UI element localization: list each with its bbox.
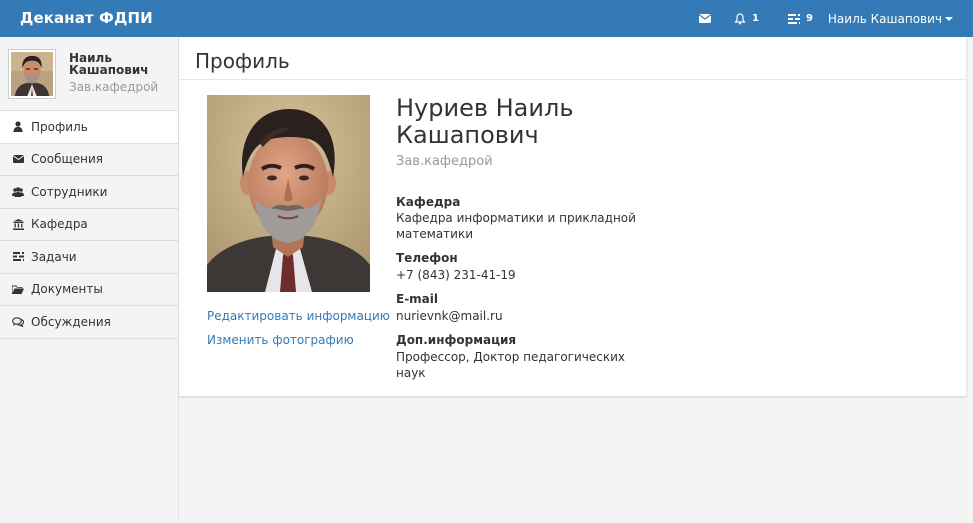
bell-icon xyxy=(734,12,746,25)
user-panel: Наиль Кашапович Зав.кафедрой xyxy=(0,37,178,111)
edit-info-link[interactable]: Редактировать информацию xyxy=(207,309,390,323)
notifications-nav-button[interactable]: 1 xyxy=(734,0,759,37)
email-label: E-mail xyxy=(396,292,439,306)
envelope-icon xyxy=(699,14,711,23)
sidebar-item-discussions[interactable]: Обсуждения xyxy=(0,306,178,339)
user-icon xyxy=(12,121,24,133)
profile-photo xyxy=(207,95,370,292)
sidebar-item-department[interactable]: Кафедра xyxy=(0,209,178,241)
sidebar-item-label: Документы xyxy=(31,282,103,297)
profile-panel: Профиль Редактировать информацию Изменит… xyxy=(179,37,967,397)
sidebar-menu: Профиль Сообщения Сотрудники Кафедра Зад… xyxy=(0,111,178,339)
tasks-icon xyxy=(788,13,800,24)
tasks-nav-button[interactable]: 9 xyxy=(788,0,813,37)
sidebar-item-label: Задачи xyxy=(31,249,77,264)
profile-position: Зав.кафедрой xyxy=(396,154,493,169)
tasks-icon xyxy=(12,251,24,263)
institution-icon xyxy=(12,218,24,230)
sidebar: Наиль Кашапович Зав.кафедрой Профиль Соо… xyxy=(0,37,179,523)
sidebar-item-label: Сообщения xyxy=(31,152,104,167)
comments-icon xyxy=(12,316,24,328)
extra-info-label: Доп.информация xyxy=(396,333,517,347)
notifications-count: 1 xyxy=(752,13,759,24)
sidebar-user-name: Наиль Кашапович xyxy=(69,51,149,77)
avatar xyxy=(8,49,56,99)
profile-full-name: Нуриев Наиль Кашапович xyxy=(396,94,574,149)
extra-info-value: Профессор, Доктор педагогических наук xyxy=(396,350,625,380)
sidebar-item-documents[interactable]: Документы xyxy=(0,274,178,306)
department-label: Кафедра xyxy=(396,195,461,209)
user-dropdown[interactable]: Наиль Кашапович xyxy=(828,0,953,37)
brand-title[interactable]: Деканат ФДПИ xyxy=(20,9,153,27)
sidebar-item-staff[interactable]: Сотрудники xyxy=(0,176,178,209)
change-photo-link[interactable]: Изменить фотографию xyxy=(207,333,354,347)
sidebar-item-messages[interactable]: Сообщения xyxy=(0,144,178,176)
messages-nav-button[interactable] xyxy=(699,0,711,37)
sidebar-item-profile[interactable]: Профиль xyxy=(0,111,178,144)
phone-label: Телефон xyxy=(396,251,458,265)
folder-open-icon xyxy=(12,283,24,295)
tasks-count: 9 xyxy=(806,13,813,24)
caret-down-icon xyxy=(945,17,953,21)
user-dropdown-label: Наиль Кашапович xyxy=(827,11,942,26)
top-navbar: Деканат ФДПИ 1 9 Наиль Кашапович xyxy=(0,0,973,37)
sidebar-item-label: Профиль xyxy=(31,119,88,134)
email-value: nurievnk@mail.ru xyxy=(396,309,503,323)
sidebar-user-role: Зав.кафедрой xyxy=(69,80,159,94)
sidebar-item-label: Обсуждения xyxy=(31,314,111,329)
envelope-icon xyxy=(12,153,24,165)
sidebar-item-label: Кафедра xyxy=(31,217,88,232)
sidebar-item-tasks[interactable]: Задачи xyxy=(0,241,178,274)
users-icon xyxy=(12,186,24,198)
department-value: Кафедра информатики и прикладной математ… xyxy=(396,211,636,241)
sidebar-item-label: Сотрудники xyxy=(31,184,108,199)
phone-value: +7 (843) 231-41-19 xyxy=(396,268,516,282)
divider xyxy=(179,79,966,80)
page-title: Профиль xyxy=(195,49,290,73)
